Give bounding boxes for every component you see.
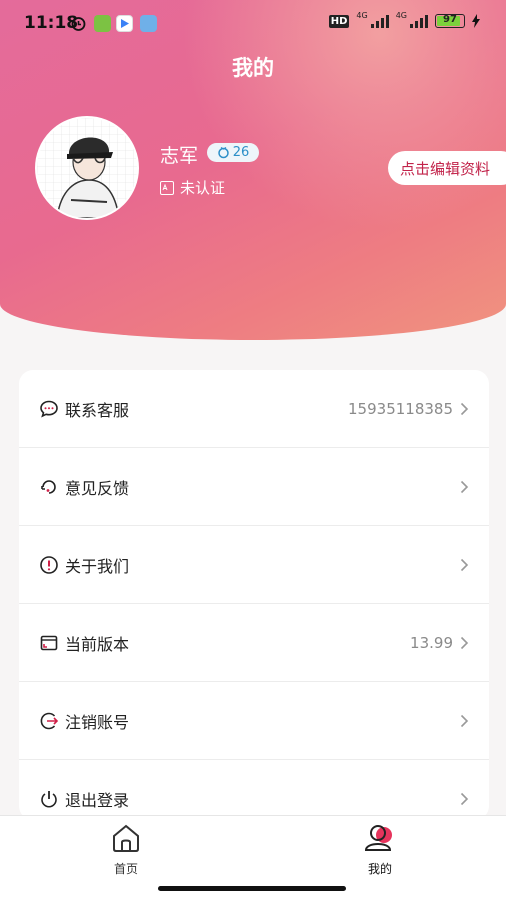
menu-item-delete-account[interactable]: 注销账号 <box>19 682 489 760</box>
chevron-right-icon <box>460 636 469 649</box>
avatar[interactable] <box>35 116 139 220</box>
signal-icon <box>410 14 428 28</box>
signal-icon <box>370 14 389 28</box>
verify-label: 未认证 <box>180 179 226 197</box>
menu-item-contact-support[interactable]: 联系客服 15935118385 <box>19 370 489 448</box>
menu-item-current-version[interactable]: 当前版本 13.99 <box>19 604 489 682</box>
tab-mine[interactable]: 我的 <box>340 822 420 877</box>
app-notification-icon <box>94 15 111 32</box>
chevron-right-icon <box>460 714 469 727</box>
hd-badge: HD <box>328 14 350 28</box>
version-icon <box>40 635 58 650</box>
logout-arrow-icon <box>40 712 59 729</box>
feedback-icon <box>41 479 56 494</box>
username: 志军 <box>160 145 199 167</box>
battery-level: 97 <box>443 14 457 25</box>
level-badge: 26 <box>207 143 259 162</box>
menu-item-label: 关于我们 <box>65 556 130 576</box>
home-icon <box>113 824 139 852</box>
menu-item-sign-out[interactable]: 退出登录 <box>19 760 489 820</box>
chat-bubble-icon <box>40 400 58 418</box>
level-value: 26 <box>232 145 250 160</box>
menu-item-about-us[interactable]: 关于我们 <box>19 526 489 604</box>
menu-item-value: 13.99 <box>410 633 453 652</box>
chevron-right-icon <box>460 558 469 571</box>
tab-label: 我的 <box>367 862 392 876</box>
menu-item-label: 退出登录 <box>65 791 130 810</box>
menu-card: 联系客服 15935118385 意见反馈 关于我们 当前版本 13.99 注销… <box>19 370 489 820</box>
tab-label: 首页 <box>113 862 138 876</box>
verify-status: 未认证 <box>160 177 225 198</box>
menu-item-value: 15935118385 <box>348 399 453 418</box>
menu-item-label: 注销账号 <box>65 712 130 732</box>
alarm-icon <box>70 15 87 32</box>
edit-profile-button[interactable]: 点击编辑资料 <box>388 151 506 185</box>
chevron-right-icon <box>460 792 469 806</box>
page-title: 我的 <box>232 56 274 80</box>
profile-icon <box>364 825 392 851</box>
level-ring-icon <box>217 146 229 159</box>
tab-home[interactable]: 首页 <box>86 822 166 877</box>
menu-item-label: 当前版本 <box>65 634 130 654</box>
network-label-2: 4G <box>395 10 407 20</box>
weather-icon <box>140 15 157 32</box>
menu-item-feedback[interactable]: 意见反馈 <box>19 448 489 526</box>
chevron-right-icon <box>460 402 469 415</box>
id-card-icon <box>160 180 174 195</box>
info-icon <box>40 555 58 574</box>
battery-icon: 97 <box>435 14 465 28</box>
menu-item-label: 联系客服 <box>65 400 130 420</box>
power-icon <box>41 791 57 808</box>
home-indicator <box>158 886 346 891</box>
charging-icon <box>472 14 480 28</box>
status-bar: 11:18 HD 4G 4G 97 <box>0 0 506 48</box>
menu-item-label: 意见反馈 <box>65 478 130 498</box>
chevron-right-icon <box>460 480 469 493</box>
network-label-1: 4G <box>356 10 368 20</box>
play-store-icon <box>116 15 133 32</box>
